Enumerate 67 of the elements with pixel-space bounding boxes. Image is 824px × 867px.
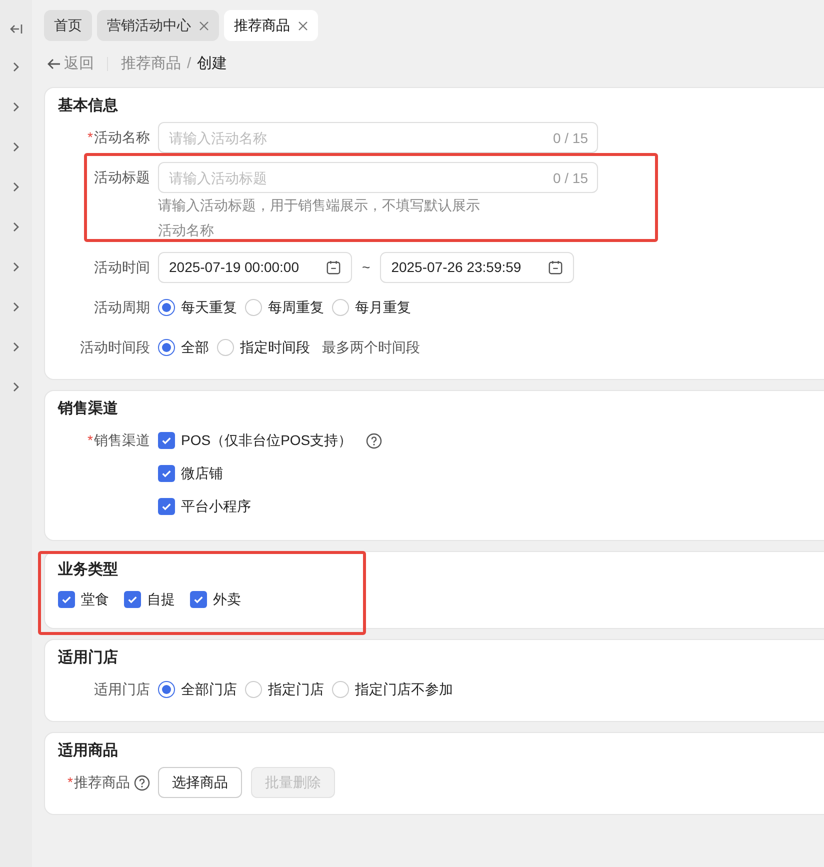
hint-text: 最多两个时间段 xyxy=(322,338,420,357)
field-label: 活动时间 xyxy=(94,258,150,277)
radio-button[interactable] xyxy=(158,681,175,698)
radio-button[interactable] xyxy=(217,339,234,356)
section-title: 业务类型 xyxy=(58,560,119,580)
date-input[interactable]: 2025-07-19 00:00:00 xyxy=(158,252,352,283)
checkbox[interactable] xyxy=(58,590,75,608)
checkbox-label: 自提 xyxy=(147,590,175,608)
radio-label: 每天重复 xyxy=(181,298,237,317)
help-text: 请输入活动标题，用于销售端展示，不填写默认展示 xyxy=(158,196,481,215)
character-counter: 0 / 15 xyxy=(552,129,588,148)
tab[interactable]: 营销活动中心 xyxy=(97,10,219,41)
radio-button[interactable] xyxy=(245,299,262,316)
field-label: *活动名称 xyxy=(88,128,150,147)
field-label: 活动标题 xyxy=(94,168,150,187)
checkmark-icon xyxy=(193,594,204,604)
checkbox[interactable] xyxy=(124,590,141,608)
radio-label: 指定门店 xyxy=(268,680,324,699)
collapse-icon[interactable] xyxy=(9,22,23,36)
radio-button[interactable] xyxy=(158,299,175,316)
section-title: 基本信息 xyxy=(58,96,119,116)
section-title: 适用门店 xyxy=(58,648,119,668)
arrow-left-icon xyxy=(47,58,61,70)
checkmark-icon xyxy=(127,594,138,604)
checkmark-icon xyxy=(61,594,72,604)
checkbox[interactable] xyxy=(158,432,175,449)
checkbox[interactable] xyxy=(158,498,175,515)
tab[interactable]: 首页 xyxy=(44,10,92,41)
checkmark-icon xyxy=(161,468,172,479)
breadcrumb-separator: / xyxy=(187,54,192,74)
checkbox[interactable] xyxy=(158,465,175,482)
close-icon[interactable] xyxy=(298,20,308,30)
checkbox[interactable] xyxy=(190,590,207,608)
select-button[interactable]: 选择商品 xyxy=(158,767,242,798)
radio-label: 每周重复 xyxy=(268,298,324,317)
calendar-icon xyxy=(548,260,564,275)
character-counter: 0 / 15 xyxy=(552,169,588,188)
field-label: 活动时间段 xyxy=(80,338,150,357)
checkbox-label: 平台小程序 xyxy=(181,497,251,516)
field-label: 适用门店 xyxy=(94,680,150,699)
field-label: 活动周期 xyxy=(94,298,150,317)
checkbox-label: 微店铺 xyxy=(181,464,223,483)
help-text: 活动名称 xyxy=(158,221,215,240)
close-icon[interactable] xyxy=(199,20,209,30)
radio-button[interactable] xyxy=(332,681,349,698)
radio-button[interactable] xyxy=(332,299,349,316)
radio-label: 全部 xyxy=(181,338,209,357)
range-separator: ~ xyxy=(362,258,370,277)
tab[interactable]: 推荐商品 xyxy=(224,10,318,41)
checkbox-label: POS（仅非台位POS支持） xyxy=(181,431,352,450)
radio-button[interactable] xyxy=(158,339,175,356)
date-input[interactable]: 2025-07-26 23:59:59 xyxy=(380,252,574,283)
radio-button[interactable] xyxy=(245,681,262,698)
radio-label: 指定时间段 xyxy=(240,338,310,357)
checkbox-label: 堂食 xyxy=(81,590,109,608)
radio-label: 全部门店 xyxy=(181,680,237,699)
section-title: 销售渠道 xyxy=(58,399,119,419)
breadcrumb-item: 创建 xyxy=(197,54,228,74)
checkmark-icon xyxy=(161,435,172,446)
section-title: 适用商品 xyxy=(58,741,119,761)
checkmark-icon xyxy=(161,501,172,512)
radio-label: 每月重复 xyxy=(355,298,411,317)
checkbox-label: 外卖 xyxy=(213,590,241,608)
radio-label: 指定门店不参加 xyxy=(355,680,453,699)
field-label: *推荐商品 xyxy=(68,773,130,792)
calendar-icon xyxy=(326,260,341,275)
field-label: *销售渠道 xyxy=(88,431,150,450)
